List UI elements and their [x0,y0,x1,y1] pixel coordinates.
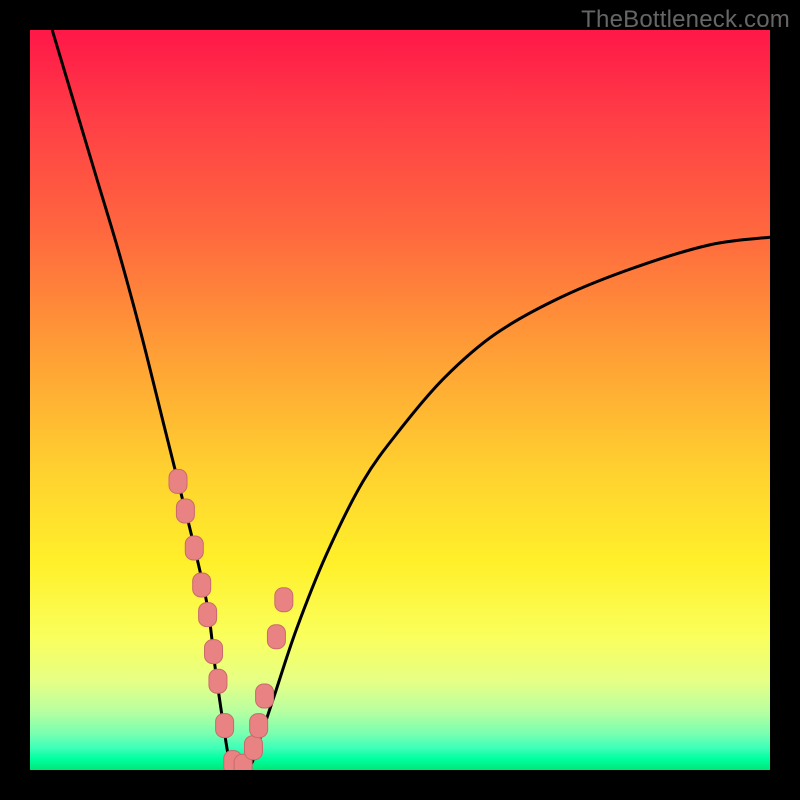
plot-area [30,30,770,770]
data-marker [185,536,203,560]
data-marker [176,499,194,523]
data-marker [199,603,217,627]
data-marker [256,684,274,708]
watermark-text: TheBottleneck.com [581,6,790,34]
curve-layer [52,30,770,770]
data-marker [193,573,211,597]
data-marker [209,669,227,693]
data-marker [275,588,293,612]
chart-svg [30,30,770,770]
data-marker [267,625,285,649]
data-marker [250,714,268,738]
data-marker [216,714,234,738]
chart-frame: TheBottleneck.com [0,0,800,800]
marker-layer [169,469,293,770]
data-marker [205,640,223,664]
bottleneck-curve [52,30,770,770]
data-marker [244,736,262,760]
data-marker [169,469,187,493]
